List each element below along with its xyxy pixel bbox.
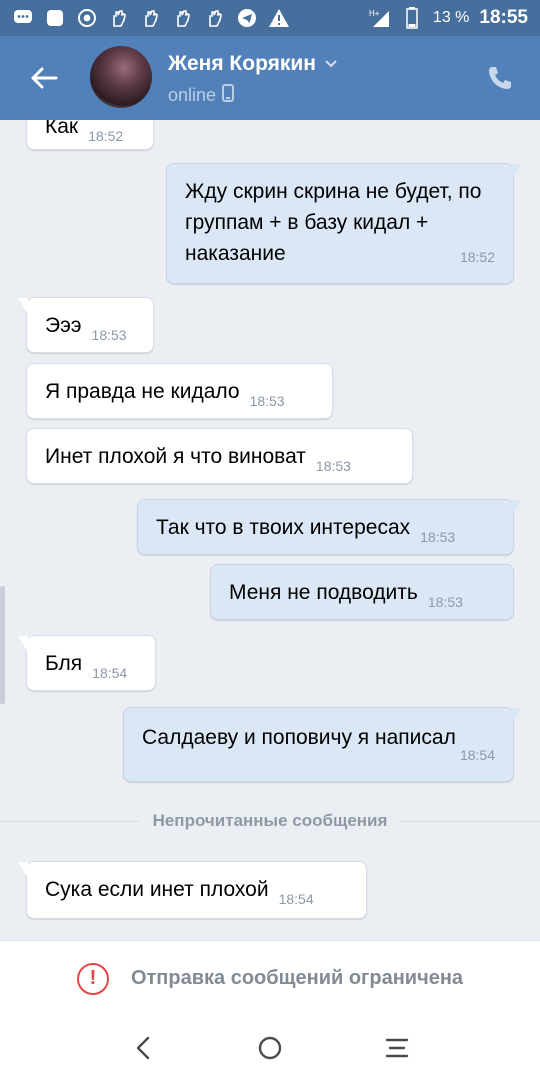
messaging-restricted-bar: ! Отправка сообщений ограничена: [0, 940, 540, 1016]
call-button[interactable]: [482, 60, 518, 96]
message-bubble-incoming[interactable]: Эээ 18:53: [18, 297, 154, 353]
message-bubble-outgoing[interactable]: Так что в твоих интересах 18:53: [137, 499, 522, 555]
mobile-device-icon: [222, 84, 235, 107]
battery-icon: [401, 7, 423, 29]
avatar[interactable]: [90, 46, 152, 108]
hand-icon: [108, 7, 130, 29]
message-time: 18:53: [420, 529, 456, 545]
message-bubble-incoming[interactable]: Как 18:52: [26, 120, 154, 150]
hand-icon: [204, 7, 226, 29]
notification-icons: [12, 7, 290, 29]
unread-divider-label: Непрочитанные сообщения: [152, 811, 388, 830]
back-button[interactable]: [24, 58, 64, 98]
telegram-icon: [236, 7, 258, 29]
unread-messages-divider: Непрочитанные сообщения: [0, 808, 540, 834]
message-time: 18:54: [92, 665, 128, 681]
message-bubble-incoming[interactable]: Я правда не кидало 18:53: [26, 363, 333, 419]
contact-name: Женя Корякин: [168, 52, 316, 75]
message-time: 18:54: [278, 891, 314, 907]
arrow-left-icon: [31, 67, 58, 89]
warning-icon: [268, 7, 290, 29]
online-status: online: [168, 85, 217, 105]
nav-back-button[interactable]: [123, 1028, 163, 1068]
status-bar: H+ 13 % 18:55: [0, 0, 540, 36]
home-icon: [258, 1036, 282, 1060]
menu-icon: [385, 1038, 408, 1058]
chat-header: Женя Корякин online: [0, 36, 540, 120]
message-time: 18:53: [427, 594, 463, 610]
system-indicators: H+ 13 % 18:55: [369, 7, 528, 29]
message-time: 18:53: [315, 458, 351, 474]
message-bubble-outgoing[interactable]: Жду скрин скрина не будет, по группам + …: [166, 163, 522, 284]
error-icon: !: [76, 962, 109, 995]
clock: 18:55: [479, 7, 528, 28]
contact-name-row[interactable]: Женя Корякин: [168, 52, 338, 76]
message-time: 18:52: [459, 249, 495, 265]
chat-bubble-icon: [12, 7, 34, 29]
svg-text:H+: H+: [369, 9, 380, 18]
nav-menu-button[interactable]: [377, 1028, 417, 1068]
message-bubble-incoming[interactable]: Бля 18:54: [18, 635, 156, 691]
battery-percent: 13 %: [432, 9, 470, 26]
message-list[interactable]: Как 18:52 Жду скрин скрина не будет, по г…: [0, 120, 540, 940]
nav-home-button[interactable]: [250, 1028, 290, 1068]
square-app-icon: [44, 7, 66, 29]
message-time: 18:53: [249, 393, 285, 409]
message-bubble-outgoing[interactable]: Салдаеву и поповичу я написал 18:54: [123, 707, 522, 782]
chrome-icon: [76, 7, 98, 29]
scroll-indicator[interactable]: [0, 586, 5, 704]
restriction-text: Отправка сообщений ограничена: [130, 967, 464, 989]
hand-icon: [140, 7, 162, 29]
message-bubble-incoming[interactable]: Инет плохой я что виноват 18:53: [26, 428, 413, 484]
phone-icon: [489, 67, 511, 89]
signal-icon: H+: [369, 7, 391, 29]
message-bubble-outgoing[interactable]: Меня не подводить 18:53: [210, 564, 514, 620]
message-bubble-incoming[interactable]: Сука если инет плохой 18:54: [18, 861, 367, 919]
system-nav-bar: [0, 1016, 540, 1080]
back-icon: [137, 1036, 150, 1060]
message-time: 18:54: [459, 747, 495, 763]
message-time: 18:53: [91, 327, 127, 343]
message-time: 18:52: [88, 128, 124, 144]
hand-icon: [172, 7, 194, 29]
chevron-down-icon: [324, 56, 338, 72]
contact-status-row: online: [168, 84, 235, 107]
